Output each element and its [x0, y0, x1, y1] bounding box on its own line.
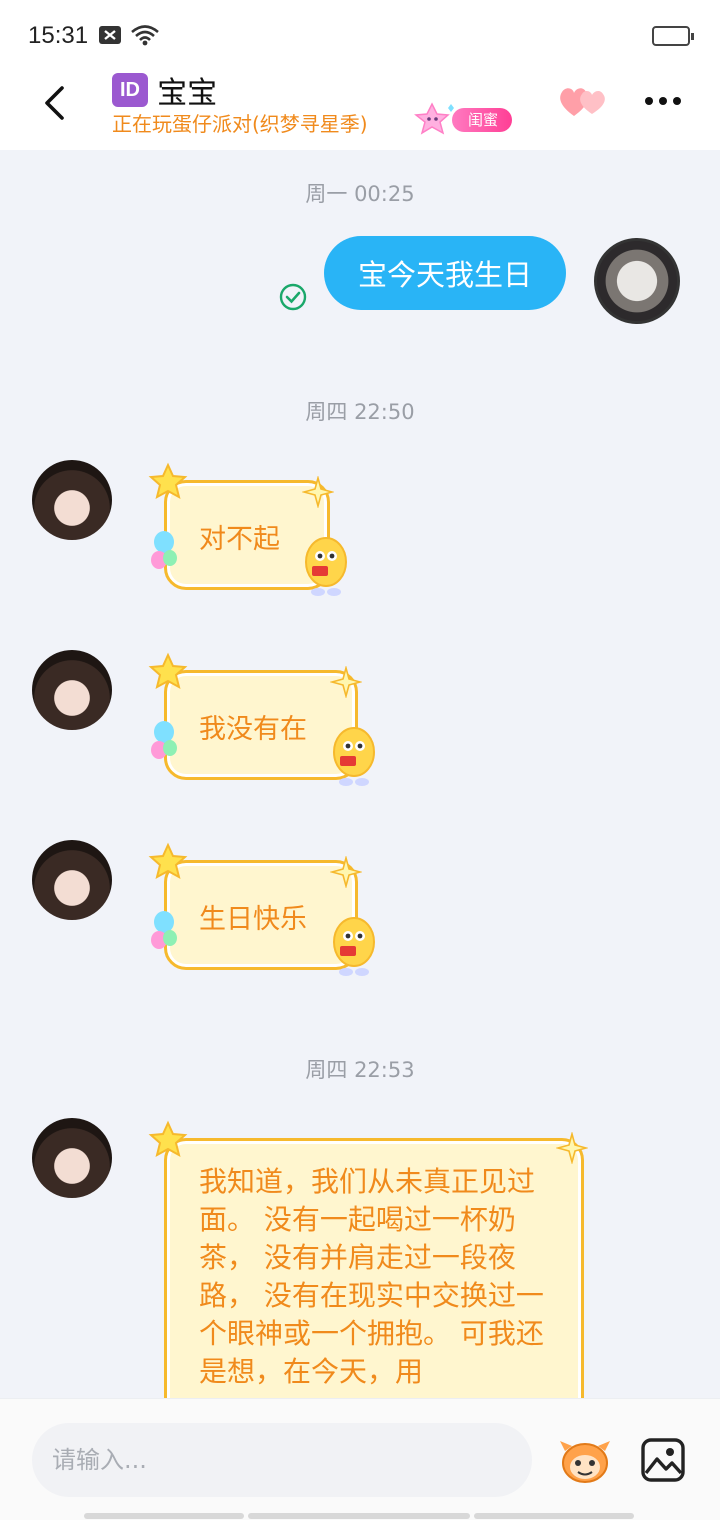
input-bar [0, 1398, 720, 1520]
back-button[interactable] [30, 78, 80, 128]
star-icon [148, 842, 188, 879]
nav-hint [84, 1513, 244, 1519]
star-icon [148, 652, 188, 689]
contact-avatar[interactable] [32, 460, 112, 540]
timestamp: 周一 00:25 [305, 182, 415, 206]
mascot-emoji-icon[interactable] [556, 1435, 614, 1485]
star-icon [148, 462, 188, 499]
my-message-bubble[interactable]: 宝今天我生日 [324, 236, 566, 310]
mascot-icon [305, 537, 347, 596]
dot-icon [659, 97, 667, 105]
timestamp: 周四 22:50 [305, 400, 415, 424]
chat-area[interactable]: 周一 00:25 宝今天我生日 周四 22:50 对不起 我没有在 生日快乐 周… [0, 150, 720, 1398]
message-text: 我知道，我们从未真正见过面。 没有一起喝过一杯奶茶， 没有并肩走过一段夜路， 没… [199, 1165, 544, 1388]
notification-muted-icon [99, 26, 121, 44]
id-badge: ID [112, 73, 148, 107]
status-icons [98, 24, 160, 46]
status-time: 15:31 [28, 22, 89, 49]
my-avatar[interactable] [594, 238, 680, 324]
timestamp: 周四 22:53 [305, 1058, 415, 1082]
contact-avatar[interactable] [32, 650, 112, 730]
star-icon [148, 1120, 188, 1157]
message-input[interactable] [32, 1423, 532, 1497]
mascot-icon [333, 727, 375, 786]
contact-avatar[interactable] [32, 840, 112, 920]
balloons-icon [151, 721, 177, 759]
chat-header: ID 宝宝 正在玩蛋仔派对(织梦寻星季) 闺蜜 [0, 60, 720, 150]
nav-hint [474, 1513, 634, 1519]
more-options-button[interactable] [638, 84, 688, 118]
sparkle-icon [330, 856, 362, 888]
playing-status: 正在玩蛋仔派对(织梦寻星季) [112, 112, 368, 136]
balloons-icon [151, 531, 177, 569]
message-text: 对不起 [199, 524, 280, 555]
message-text: 生日快乐 [199, 904, 307, 935]
wifi-icon [131, 25, 159, 46]
relationship-badge: 闺蜜 [452, 108, 513, 132]
contact-name: 宝宝 [157, 76, 218, 111]
read-check-icon [279, 283, 307, 311]
dot-icon [673, 97, 681, 105]
balloons-icon [151, 911, 177, 949]
nav-hint [248, 1513, 470, 1519]
contact-message-bubble[interactable]: 我知道，我们从未真正见过面。 没有一起喝过一杯奶茶， 没有并肩走过一段夜路， 没… [164, 1138, 584, 1398]
contact-avatar[interactable] [32, 1118, 112, 1198]
title-wrap[interactable]: ID 宝宝 [112, 68, 217, 112]
battery-icon [652, 26, 694, 46]
sparkle-icon [556, 1132, 588, 1164]
dot-icon [645, 97, 653, 105]
message-text: 我没有在 [199, 714, 307, 745]
image-icon[interactable] [640, 1437, 686, 1483]
hearts-icon[interactable] [556, 82, 612, 122]
mascot-icon [333, 917, 375, 976]
chevron-left-icon [45, 86, 64, 120]
sparkle-icon [330, 666, 362, 698]
sparkle-icon [302, 476, 334, 508]
